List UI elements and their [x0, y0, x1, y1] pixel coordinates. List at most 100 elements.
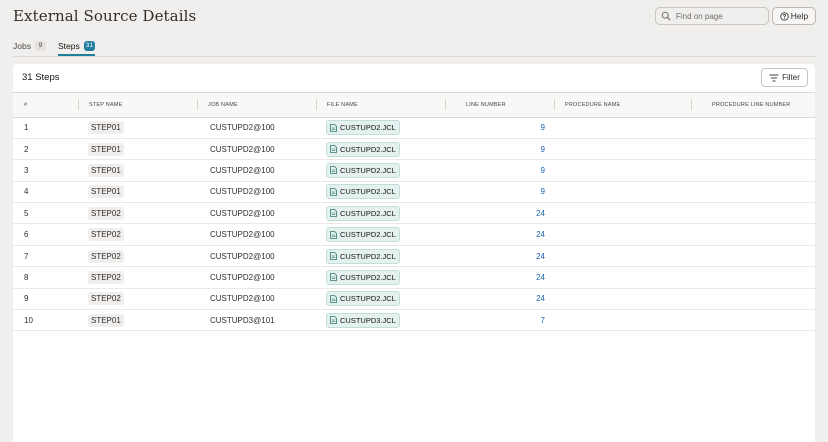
procedure-name-cell — [555, 117, 692, 139]
procedure-line-number-cell — [692, 245, 815, 268]
job-name-cell: CUSTUPD2@100 — [198, 138, 317, 161]
table-row[interactable]: 5 STEP02 CUSTUPD2@100 CUSTUPD2.JCL 24 — [13, 202, 815, 225]
help-label: Help — [790, 11, 809, 21]
procedure-line-number-cell — [692, 266, 815, 289]
line-number-link[interactable]: 7 — [541, 316, 545, 325]
file-name-label: CUSTUPD2.JCL — [340, 123, 396, 133]
step-name-cell: STEP02 — [79, 202, 198, 225]
line-number-link[interactable]: 24 — [536, 273, 545, 282]
table-row[interactable]: 1 STEP01 CUSTUPD2@100 CUSTUPD2.JCL 9 — [13, 117, 815, 139]
search-input[interactable] — [676, 11, 766, 21]
tab-divider — [13, 56, 815, 57]
line-number-link[interactable]: 24 — [536, 294, 545, 303]
tab-steps[interactable]: Steps 31 — [57, 37, 95, 56]
file-name-chip[interactable]: CUSTUPD2.JCL — [326, 248, 400, 264]
table-row[interactable]: 2 STEP01 CUSTUPD2@100 CUSTUPD2.JCL 9 — [13, 138, 815, 161]
step-name-cell: STEP01 — [79, 117, 198, 139]
table-row[interactable]: 9 STEP02 CUSTUPD2@100 CUSTUPD2.JCL 24 — [13, 288, 815, 311]
job-name-cell: CUSTUPD2@100 — [198, 223, 317, 246]
column-header-step-name[interactable]: STEP NAME — [79, 93, 198, 118]
row-number: 5 — [13, 202, 79, 225]
row-number: 10 — [13, 309, 79, 332]
file-icon — [330, 230, 337, 239]
line-number-cell: 24 — [446, 266, 555, 289]
line-number-link[interactable]: 9 — [541, 166, 545, 175]
file-icon — [330, 209, 337, 218]
file-name-chip[interactable]: CUSTUPD2.JCL — [326, 291, 400, 307]
help-button[interactable]: Help — [772, 7, 816, 25]
procedure-name-cell — [555, 245, 692, 268]
file-name-cell: CUSTUPD2.JCL — [317, 288, 446, 311]
tab-steps-count: 31 — [83, 41, 95, 51]
find-on-page-search[interactable] — [655, 7, 769, 25]
line-number-cell: 9 — [446, 159, 555, 182]
file-name-chip[interactable]: CUSTUPD2.JCL — [326, 120, 400, 136]
line-number-link[interactable]: 9 — [541, 187, 545, 196]
procedure-name-cell — [555, 159, 692, 182]
file-name-chip[interactable]: CUSTUPD2.JCL — [326, 269, 400, 285]
step-name-chip: STEP02 — [88, 228, 124, 242]
row-number: 7 — [13, 245, 79, 268]
table-row[interactable]: 4 STEP01 CUSTUPD2@100 CUSTUPD2.JCL 9 — [13, 181, 815, 204]
procedure-name-cell — [555, 181, 692, 204]
procedure-line-number-cell — [692, 309, 815, 332]
table-row[interactable]: 10 STEP01 CUSTUPD3@101 CUSTUPD3.JCL 7 — [13, 309, 815, 332]
procedure-line-number-cell — [692, 138, 815, 161]
file-name-cell: CUSTUPD2.JCL — [317, 181, 446, 204]
file-name-label: CUSTUPD2.JCL — [340, 187, 396, 197]
file-name-chip[interactable]: CUSTUPD2.JCL — [326, 141, 400, 157]
line-number-link[interactable]: 24 — [536, 230, 545, 239]
file-name-cell: CUSTUPD2.JCL — [317, 266, 446, 289]
file-name-chip[interactable]: CUSTUPD3.JCL — [326, 312, 400, 328]
line-number-cell: 24 — [446, 288, 555, 311]
file-name-chip[interactable]: CUSTUPD2.JCL — [326, 227, 400, 243]
line-number-link[interactable]: 9 — [541, 123, 545, 132]
page-title: External Source Details — [13, 7, 197, 25]
job-name-cell: CUSTUPD2@100 — [198, 181, 317, 204]
row-number: 2 — [13, 138, 79, 161]
table-row[interactable]: 3 STEP01 CUSTUPD2@100 CUSTUPD2.JCL 9 — [13, 159, 815, 182]
step-name-chip: STEP02 — [88, 206, 124, 220]
step-name-cell: STEP02 — [79, 245, 198, 268]
filter-label: Filter — [782, 73, 800, 82]
column-header-line-number[interactable]: LINE NUMBER — [446, 93, 555, 118]
procedure-name-cell — [555, 202, 692, 225]
file-icon — [330, 123, 337, 132]
column-header-procedure-name[interactable]: PROCEDURE NAME — [555, 93, 692, 118]
procedure-line-number-cell — [692, 181, 815, 204]
procedure-name-cell — [555, 288, 692, 311]
file-name-chip[interactable]: CUSTUPD2.JCL — [326, 205, 400, 221]
file-name-chip[interactable]: CUSTUPD2.JCL — [326, 184, 400, 200]
file-name-cell: CUSTUPD2.JCL — [317, 159, 446, 182]
table-row[interactable]: 7 STEP02 CUSTUPD2@100 CUSTUPD2.JCL 24 — [13, 245, 815, 268]
row-number: 3 — [13, 159, 79, 182]
column-header-file-name[interactable]: FILE NAME — [317, 93, 446, 118]
panel-title: 31 Steps — [22, 72, 60, 83]
line-number-link[interactable]: 24 — [536, 252, 545, 261]
file-name-chip[interactable]: CUSTUPD2.JCL — [326, 162, 400, 178]
line-number-link[interactable]: 24 — [536, 209, 545, 218]
procedure-name-cell — [555, 223, 692, 246]
procedure-line-number-cell — [692, 223, 815, 246]
table-row[interactable]: 6 STEP02 CUSTUPD2@100 CUSTUPD2.JCL 24 — [13, 223, 815, 246]
table-row[interactable]: 8 STEP02 CUSTUPD2@100 CUSTUPD2.JCL 24 — [13, 266, 815, 289]
file-name-label: CUSTUPD2.JCL — [340, 208, 396, 218]
row-number: 8 — [13, 266, 79, 289]
procedure-line-number-cell — [692, 117, 815, 139]
filter-button[interactable]: Filter — [761, 68, 808, 87]
file-icon — [330, 187, 337, 196]
step-name-chip: STEP01 — [88, 313, 124, 327]
column-header-procedure-line-number[interactable]: PROCEDURE LINE NUMBER — [692, 93, 815, 118]
step-name-chip: STEP02 — [88, 270, 124, 284]
table-body: 1 STEP01 CUSTUPD2@100 CUSTUPD2.JCL 9 2 STEP01 C… — [13, 117, 815, 332]
file-icon — [330, 273, 337, 282]
line-number-cell: 9 — [446, 181, 555, 204]
tab-jobs[interactable]: Jobs 9 — [13, 37, 46, 55]
file-name-cell: CUSTUPD2.JCL — [317, 138, 446, 161]
line-number-link[interactable]: 9 — [541, 145, 545, 154]
tab-bar: Jobs 9 Steps 31 — [13, 37, 107, 56]
column-header-job-name[interactable]: JOB NAME — [198, 93, 317, 118]
column-header-number[interactable]: # — [13, 93, 79, 118]
file-name-cell: CUSTUPD2.JCL — [317, 223, 446, 246]
row-number: 9 — [13, 288, 79, 311]
